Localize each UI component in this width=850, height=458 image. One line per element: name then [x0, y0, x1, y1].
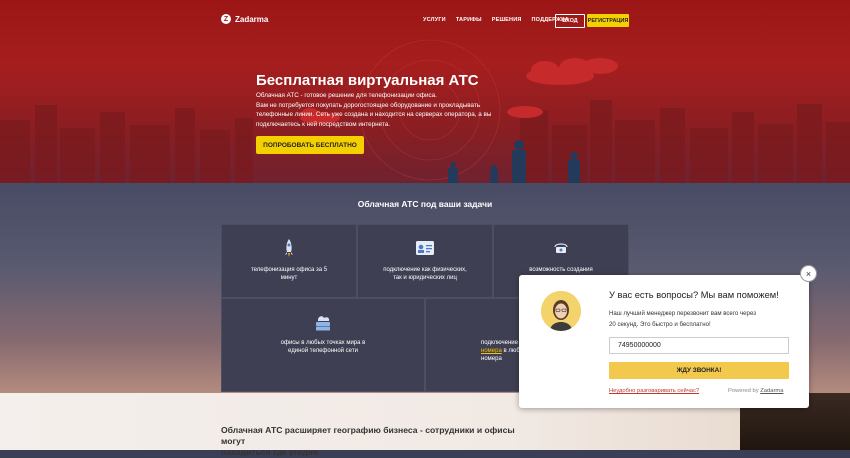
geography-text: Облачная АТС расширяет географию бизнеса… — [221, 425, 531, 458]
main-menu: УСЛУГИ ТАРИФЫ РЕШЕНИЯ ПОДДЕРЖКА — [423, 17, 569, 23]
powered-prefix: Powered by — [728, 388, 759, 394]
powered-by: Powered by Zadarma — [728, 388, 783, 394]
id-card-icon — [416, 241, 434, 255]
manager-avatar — [541, 291, 581, 331]
zadarma-logo-icon: Z — [221, 14, 231, 24]
hero-section: Z Zadarma УСЛУГИ ТАРИФЫ РЕШЕНИЯ ПОДДЕРЖК… — [0, 0, 850, 183]
callback-popup: У вас есть вопросы? Мы вам поможем! Наш … — [519, 275, 809, 408]
popup-text-line: Наш лучший менеджер перезвонит вам всего… — [609, 310, 756, 317]
number-link[interactable]: номера — [481, 348, 502, 354]
hero-text-line: телефонные линии. Сеть уже создана и нах… — [256, 111, 492, 119]
geography-text-line: Облачная АТС расширяет географию бизнеса… — [221, 425, 515, 446]
feature-card-worldwide-offices: офисы в любых точках мира в единой телеф… — [221, 298, 425, 392]
top-navigation: Z Zadarma УСЛУГИ ТАРИФЫ РЕШЕНИЯ ПОДДЕРЖК… — [0, 12, 850, 32]
menu-item-solutions[interactable]: РЕШЕНИЯ — [492, 17, 522, 23]
hero-description: Облачная АТС - готовое решение для телеф… — [256, 91, 506, 129]
hero-text-line: подключаетесь к ней посредством интернет… — [256, 120, 390, 128]
feature-label-line: подключение как физических, — [383, 267, 467, 273]
popup-title: У вас есть вопросы? Мы вам поможем! — [609, 290, 779, 300]
hero-title: Бесплатная виртуальная АТС — [256, 72, 479, 89]
menu-item-tariffs[interactable]: ТАРИФЫ — [456, 17, 482, 23]
cloud-server-icon — [316, 316, 330, 331]
hero-text-line: Облачная АТС - готовое решение для телеф… — [256, 92, 437, 99]
logo[interactable]: Z Zadarma — [221, 14, 268, 24]
feature-label-line: возможность создания — [529, 267, 593, 273]
geography-text-line: находиться где угодно — [221, 447, 319, 457]
feature-label-line: так и юридических лиц — [393, 275, 457, 281]
close-icon[interactable]: × — [800, 265, 817, 282]
feature-label-line: телефонизация офиса за 5 — [250, 267, 328, 273]
manager-photo — [541, 291, 581, 331]
register-button[interactable]: РЕГИСТРАЦИЯ — [587, 14, 629, 27]
feature-label-line: офисы в любых точках мира в — [280, 340, 366, 346]
hero-text-line: Вам не потребуется покупать дорогостояще… — [256, 101, 481, 109]
inconvenient-now-link[interactable]: Неудобно разговаривать сейчас? — [609, 388, 699, 394]
rocket-icon — [285, 239, 293, 257]
features-title: Облачная АТС под ваши задачи — [357, 199, 493, 209]
powered-brand-link[interactable]: Zadarma — [760, 388, 783, 394]
login-button[interactable]: ВХОД — [555, 14, 585, 28]
phone-network-icon — [554, 243, 568, 253]
logo-text: Zadarma — [235, 14, 269, 24]
feature-label-line: единой телефонной сети — [288, 348, 358, 354]
feature-card-office-setup: телефонизация офиса за 5 минут — [221, 224, 357, 298]
feature-card-legal-entities: подключение как физических, так и юридич… — [357, 224, 493, 298]
feature-label-line: минут — [280, 275, 298, 281]
menu-item-services[interactable]: УСЛУГИ — [423, 17, 446, 23]
wait-call-button[interactable]: ЖДУ ЗВОНКА! — [609, 362, 789, 379]
feature-label: телефонизация офиса за 5 минут — [230, 266, 348, 282]
feature-label: подключение как физических, так и юридич… — [366, 266, 484, 282]
feature-label: возможность создания — [502, 266, 620, 274]
popup-text: Наш лучший менеджер перезвонит вам всего… — [609, 309, 799, 330]
try-free-button[interactable]: ПОПРОБОВАТЬ БЕСПЛАТНО — [256, 136, 364, 154]
feature-label: офисы в любых точках мира в единой телеф… — [230, 339, 416, 355]
popup-text-line: 20 секунд. Это быстро и бесплатно! — [609, 320, 711, 328]
phone-input[interactable]: 74950000000 — [609, 337, 789, 354]
